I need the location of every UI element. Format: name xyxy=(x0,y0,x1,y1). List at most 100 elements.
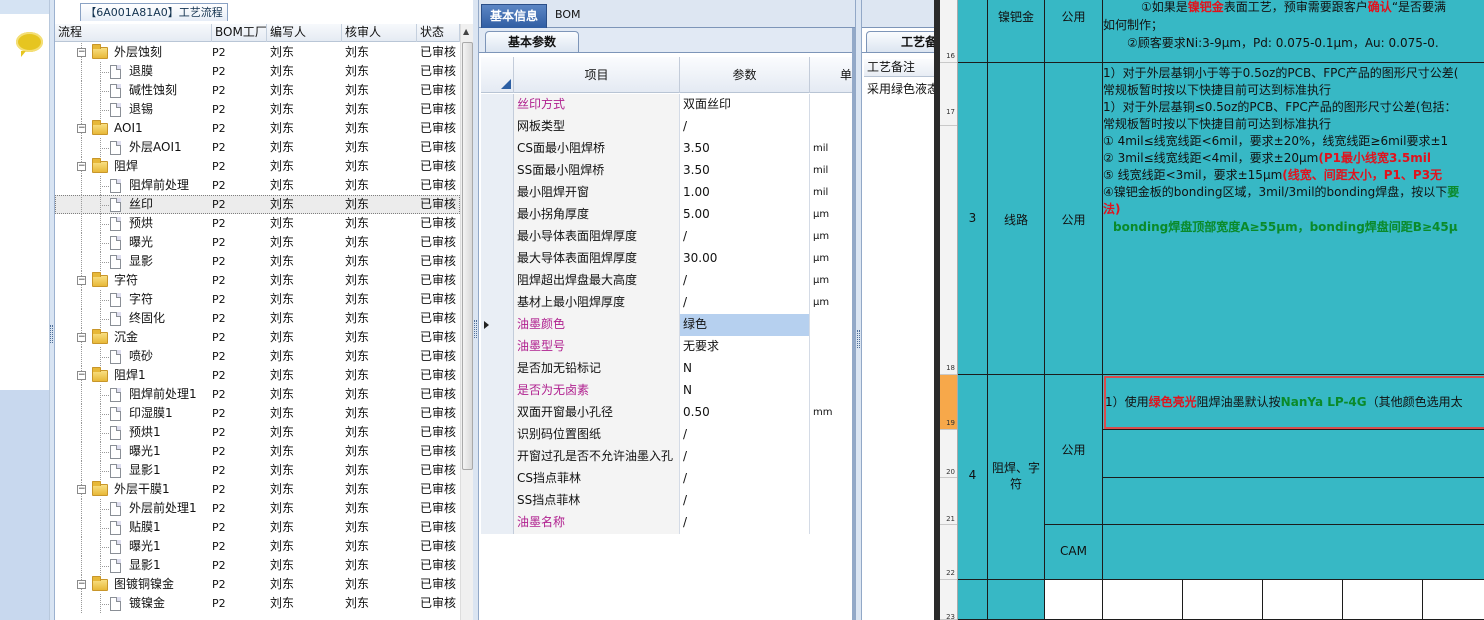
tree-step-row[interactable]: 曝光 P2 刘东 刘东 已审核 xyxy=(55,233,460,252)
collapse-icon[interactable]: − xyxy=(77,333,86,342)
param-row[interactable]: 开窗过孔是否不允许油墨入孔 / xyxy=(481,446,855,468)
row-indicator[interactable] xyxy=(481,270,514,292)
process-notes-header[interactable]: 工艺备注 xyxy=(864,59,934,77)
process-flow-tab[interactable]: 【6A001A81A0】工艺流程 xyxy=(80,3,228,21)
row-indicator[interactable] xyxy=(481,226,514,248)
row-number[interactable]: 16 xyxy=(940,0,957,63)
tree-step-row[interactable]: 喷砂 P2 刘东 刘东 已审核 xyxy=(55,347,460,366)
param-row[interactable]: 基材上最小阻焊厚度 / μm xyxy=(481,292,855,314)
cell-note-2[interactable]: 1）对于外层基铜小于等于0.5oz的PCB、FPC产品的图形尺寸公差( 常规板暂… xyxy=(1103,63,1484,375)
cell-scope-3[interactable]: 公用 xyxy=(1045,375,1103,525)
param-row[interactable]: 油墨型号 无要求 xyxy=(481,336,855,358)
param-row[interactable]: 阻焊超出焊盘最大高度 / μm xyxy=(481,270,855,292)
row-indicator[interactable] xyxy=(481,424,514,446)
row-indicator[interactable] xyxy=(481,116,514,138)
tree-group-row[interactable]: − 图镀铜镍金 P2 刘东 刘东 已审核 xyxy=(55,575,460,594)
tree-scroll-thumb[interactable] xyxy=(462,42,473,470)
cell-cam[interactable]: CAM xyxy=(1045,525,1103,580)
cell-no-2[interactable]: 3 xyxy=(958,63,988,375)
row-number[interactable]: 21 xyxy=(940,478,957,525)
tab-bom[interactable]: BOM xyxy=(547,4,589,28)
row-indicator[interactable] xyxy=(481,402,514,424)
row-number[interactable]: 23 xyxy=(940,580,957,620)
param-row[interactable]: CS挡点菲林 / xyxy=(481,468,855,490)
cell-scope-1[interactable]: 公用 xyxy=(1045,0,1103,63)
cell-note-cam[interactable] xyxy=(1103,525,1484,580)
collapse-icon[interactable]: − xyxy=(77,276,86,285)
cell-no-3[interactable]: 4 xyxy=(958,375,988,580)
tree-step-row[interactable]: 预烘1 P2 刘东 刘东 已审核 xyxy=(55,423,460,442)
row-indicator[interactable] xyxy=(481,336,514,358)
collapse-icon[interactable]: − xyxy=(77,48,86,57)
row-indicator[interactable] xyxy=(481,160,514,182)
param-value-cell[interactable]: / xyxy=(680,490,810,512)
param-row[interactable]: 最小拐角厚度 5.00 μm xyxy=(481,204,855,226)
col-header-unit[interactable]: 单 xyxy=(810,57,855,93)
cell-type-3[interactable]: 阻焊、字符 xyxy=(988,375,1045,580)
scroll-up-icon[interactable]: ▲ xyxy=(463,27,469,36)
tree-step-row[interactable]: 显影1 P2 刘东 刘东 已审核 xyxy=(55,461,460,480)
param-value-cell[interactable]: 0.50 xyxy=(680,402,810,424)
row-number[interactable]: 22 xyxy=(940,525,957,580)
param-value-cell[interactable]: 3.50 xyxy=(680,160,810,182)
param-value-cell[interactable]: / xyxy=(680,270,810,292)
row-indicator[interactable] xyxy=(481,380,514,402)
param-value-cell[interactable]: / xyxy=(680,512,810,534)
col-header-bom[interactable]: BOM工厂 xyxy=(212,24,267,42)
cell-note-1[interactable]: ①如果是镍钯金表面工艺，预审需要跟客户确认“是否要满 如何制作； ②顾客要求Ni… xyxy=(1103,0,1484,63)
tree-group-row[interactable]: − 外层干膜1 P2 刘东 刘东 已审核 xyxy=(55,480,460,499)
param-value-cell[interactable]: 绿色 xyxy=(680,314,810,336)
cell-empty[interactable] xyxy=(1343,580,1423,620)
param-value-cell[interactable]: / xyxy=(680,446,810,468)
row-indicator[interactable] xyxy=(481,512,514,534)
param-value-cell[interactable]: N xyxy=(680,380,810,402)
tree-step-row[interactable]: 字符 P2 刘东 刘东 已审核 xyxy=(55,290,460,309)
tab-basic-info[interactable]: 基本信息 xyxy=(481,4,548,28)
param-row[interactable]: SS挡点菲林 / xyxy=(481,490,855,512)
cell-empty[interactable] xyxy=(958,580,988,620)
param-value-cell[interactable]: 3.50 xyxy=(680,138,810,160)
tree-step-row[interactable]: 镀镍金 P2 刘东 刘东 已审核 xyxy=(55,594,460,613)
cell-empty[interactable] xyxy=(1103,580,1183,620)
grid-corner[interactable] xyxy=(481,57,514,93)
param-value-cell[interactable]: N xyxy=(680,358,810,380)
row-indicator[interactable] xyxy=(481,358,514,380)
param-row[interactable]: CS面最小阻焊桥 3.50 mil xyxy=(481,138,855,160)
cell-note-3b[interactable] xyxy=(1103,430,1484,478)
cell-empty[interactable] xyxy=(1045,580,1103,620)
row-indicator[interactable] xyxy=(481,94,514,116)
param-row[interactable]: 最大导体表面阻焊厚度 30.00 μm xyxy=(481,248,855,270)
cell-note-3-selected[interactable]: 1）使用绿色亮光阻焊油墨默认按NanYa LP-4G（其他颜色选用太 xyxy=(1103,375,1484,430)
param-row[interactable]: SS面最小阻焊桥 3.50 mil xyxy=(481,160,855,182)
tree-step-row[interactable]: 退锡 P2 刘东 刘东 已审核 xyxy=(55,100,460,119)
collapse-icon[interactable]: − xyxy=(77,162,86,171)
tree-step-row[interactable]: 丝印 P2 刘东 刘东 已审核 xyxy=(55,195,460,214)
col-header-status[interactable]: 状态 xyxy=(417,24,460,42)
row-number-selected[interactable]: 19 xyxy=(940,375,957,430)
tree-step-row[interactable]: 阻焊前处理 P2 刘东 刘东 已审核 xyxy=(55,176,460,195)
collapse-icon[interactable]: − xyxy=(77,580,86,589)
tree-step-row[interactable]: 显影 P2 刘东 刘东 已审核 xyxy=(55,252,460,271)
param-row[interactable]: 双面开窗最小孔径 0.50 mm xyxy=(481,402,855,424)
param-row[interactable]: 最小导体表面阻焊厚度 / μm xyxy=(481,226,855,248)
cell-type-2[interactable]: 线路 xyxy=(988,63,1045,375)
row-indicator[interactable] xyxy=(481,182,514,204)
row-indicator[interactable] xyxy=(481,446,514,468)
tree-step-row[interactable]: 阻焊前处理1 P2 刘东 刘东 已审核 xyxy=(55,385,460,404)
collapse-icon[interactable]: − xyxy=(77,371,86,380)
collapse-icon[interactable]: − xyxy=(77,124,86,133)
tab-basic-params[interactable]: 基本参数 xyxy=(485,31,579,52)
param-row[interactable]: 网板类型 / xyxy=(481,116,855,138)
tab-process-notes[interactable]: 工艺备 xyxy=(866,31,942,52)
col-header-flow[interactable]: 流程 xyxy=(55,24,212,42)
row-number[interactable]: 20 xyxy=(940,430,957,478)
col-header-reviewer[interactable]: 核审人 xyxy=(342,24,417,42)
tree-step-row[interactable]: 终固化 P2 刘东 刘东 已审核 xyxy=(55,309,460,328)
param-row[interactable]: 丝印方式 双面丝印 xyxy=(481,94,855,116)
param-row[interactable]: 最小阻焊开窗 1.00 mil xyxy=(481,182,855,204)
param-value-cell[interactable]: 30.00 xyxy=(680,248,810,270)
cell-type-1[interactable]: 镍钯金 xyxy=(988,0,1045,63)
tree-step-row[interactable]: 贴膜1 P2 刘东 刘东 已审核 xyxy=(55,518,460,537)
row-indicator[interactable] xyxy=(481,248,514,270)
row-number[interactable]: 17 xyxy=(940,63,957,126)
